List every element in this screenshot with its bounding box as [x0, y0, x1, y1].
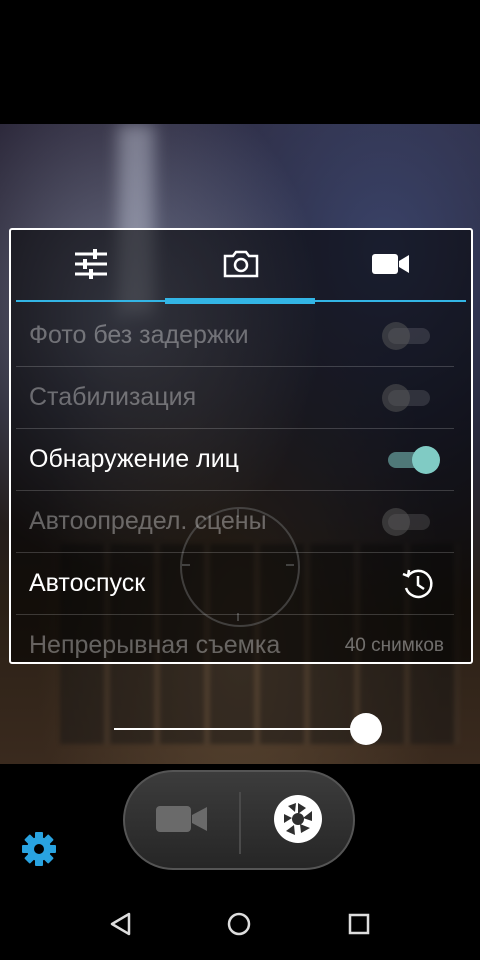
gear-icon — [20, 832, 58, 872]
setting-label: Фото без задержки — [29, 321, 249, 349]
video-camera-icon — [155, 804, 209, 839]
zoom-slider-track — [114, 728, 366, 730]
tab-video-settings[interactable] — [316, 230, 466, 302]
top-bar — [0, 0, 480, 124]
navigation-bar — [0, 890, 480, 960]
setting-stabilization[interactable]: Стабилизация — [16, 366, 454, 429]
home-icon — [226, 911, 252, 942]
setting-label: Стабилизация — [29, 383, 197, 411]
setting-label: Автоопредел. сцены — [29, 507, 267, 535]
setting-face-detection[interactable]: Обнаружение лиц — [16, 428, 454, 491]
nav-home-button[interactable] — [221, 908, 257, 944]
settings-button[interactable] — [20, 830, 58, 868]
face-detection-switch[interactable] — [382, 446, 440, 474]
nav-back-button[interactable] — [102, 908, 138, 944]
timer-icon[interactable] — [400, 566, 436, 602]
back-icon — [109, 912, 131, 941]
setting-label: Обнаружение лиц — [29, 445, 239, 473]
camera-icon — [223, 250, 259, 283]
stabilization-switch[interactable] — [382, 384, 436, 412]
zoom-slider-thumb[interactable] — [350, 713, 382, 745]
setting-zero-shutter-lag[interactable]: Фото без задержки — [16, 304, 454, 367]
mode-switch — [123, 770, 355, 870]
setting-label: Автоспуск — [29, 569, 146, 597]
scene-detection-switch[interactable] — [382, 508, 436, 536]
burst-count-value: 40 снимков — [344, 635, 444, 656]
settings-tabs — [11, 230, 471, 304]
setting-label: Непрерывная съемка — [29, 631, 281, 659]
mode-divider — [239, 792, 241, 854]
tab-photo-settings[interactable] — [166, 230, 316, 302]
recents-icon — [348, 913, 370, 940]
video-camera-icon — [371, 252, 411, 281]
shutter-icon — [273, 794, 323, 849]
settings-panel: Фото без задержки Стабилизация Обнаружен… — [9, 228, 473, 664]
tab-general-settings[interactable] — [16, 230, 166, 302]
sliders-icon — [74, 248, 108, 284]
nav-recents-button[interactable] — [341, 908, 377, 944]
setting-burst-mode[interactable]: Непрерывная съемка 40 снимков — [16, 614, 454, 662]
shutter-button[interactable] — [265, 788, 331, 854]
zero-shutter-lag-switch[interactable] — [382, 322, 436, 350]
video-mode-button[interactable] — [147, 794, 217, 848]
setting-scene-detection[interactable]: Автоопредел. сцены — [16, 490, 454, 553]
zoom-slider[interactable] — [114, 712, 384, 746]
setting-self-timer[interactable]: Автоспуск — [16, 552, 454, 615]
